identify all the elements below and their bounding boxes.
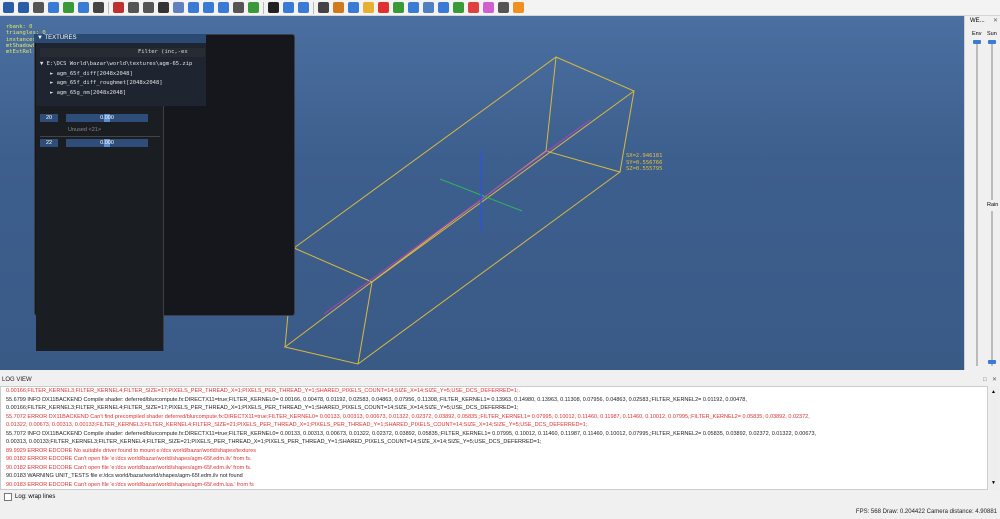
flask-icon[interactable] <box>203 2 214 13</box>
rain-slider-thumb[interactable] <box>988 360 996 364</box>
weather-panel: WE... ✕ Env Sun Rain <box>964 16 1000 370</box>
log-output[interactable]: 0.00166;FILTER_KERNEL3;FILTER_KERNEL4;FI… <box>0 386 988 490</box>
rotate-icon[interactable] <box>283 2 294 13</box>
asterisk-icon[interactable] <box>408 2 419 13</box>
sun-label: Sun <box>987 31 997 37</box>
wrap-lines-toggle[interactable]: Log: wrap lines <box>4 493 55 501</box>
mesh-icon[interactable] <box>393 2 404 13</box>
log-title: LOG VIEW <box>2 377 32 383</box>
log-line: 55.6799 INFO DX11BACKEND Compile shader:… <box>6 396 747 403</box>
person-icon[interactable] <box>128 2 139 13</box>
square-icon[interactable] <box>268 2 279 13</box>
collapse-icon[interactable]: ▼ <box>37 35 45 41</box>
weather-title: WE... <box>970 18 985 24</box>
filter-label: Filter (inc,-ex <box>138 49 188 55</box>
red-square-icon[interactable] <box>378 2 389 13</box>
value-slider[interactable]: 0.000 <box>66 114 148 122</box>
coord-line: SZ=0.555795 <box>626 166 663 172</box>
env-slider-track[interactable] <box>976 40 978 366</box>
divider <box>40 136 160 137</box>
status-bar: FPS: 568 Draw: 0.204422 Camera distance:… <box>0 506 1000 519</box>
palette-icon[interactable] <box>248 2 259 13</box>
orange-icon[interactable] <box>513 2 524 13</box>
blocks-icon[interactable] <box>438 2 449 13</box>
log-line: 90.0183 ERROR EDCORE Can't open file 'e:… <box>6 481 254 488</box>
log-scrollbar[interactable]: ▲ ▼ <box>989 386 999 490</box>
cross-icon[interactable] <box>158 2 169 13</box>
filter-icon[interactable] <box>188 2 199 13</box>
rain-label: Rain <box>987 202 999 208</box>
log-line: 0.00166;FILTER_KERNEL3;FILTER_KERNEL4;FI… <box>6 405 519 411</box>
log-line: 90.0182 ERROR EDCORE Can't open file 'e:… <box>6 464 252 471</box>
scroll-down-icon[interactable]: ▼ <box>991 480 996 486</box>
log-line: 55.7072 ERROR DX11BACKEND Can't find pre… <box>6 413 810 420</box>
sun-slider-track[interactable] <box>991 40 993 200</box>
restore-icon[interactable]: □ <box>983 377 989 383</box>
tree-item[interactable]: ► agm_65f_diff[2048x2048] <box>40 70 192 80</box>
sphere-icon[interactable] <box>423 2 434 13</box>
grid-icon[interactable] <box>93 2 104 13</box>
log-line: 0.01322, 0.00673, 0.00313, 0.00133;FILTE… <box>6 422 589 428</box>
main-toolbar <box>0 0 1000 16</box>
gear-icon[interactable] <box>298 2 309 13</box>
scale-readout: SX=2.946181 SY=0.556766 SZ=0.555795 <box>626 153 662 173</box>
chart-icon[interactable] <box>333 2 344 13</box>
pink-icon[interactable] <box>483 2 494 13</box>
photo-icon[interactable] <box>453 2 464 13</box>
coord-line: SX=2.946181 <box>626 153 663 159</box>
log-line: 89.9929 ERROR EDCORE No suitable driver … <box>6 447 257 454</box>
row-index: 20 <box>40 114 58 122</box>
close-icon[interactable]: ✕ <box>992 377 998 383</box>
toolbar-separator <box>263 1 264 14</box>
toolbar-separator <box>108 1 109 14</box>
row-index: 22 <box>40 139 58 147</box>
textures-title-bar[interactable]: ▼ TEXTURES <box>34 34 206 43</box>
value-slider[interactable]: 0.000 <box>66 139 148 147</box>
wrap-lines-checkbox[interactable] <box>4 493 12 501</box>
layers-icon[interactable] <box>173 2 184 13</box>
wrap-lines-label: Log: wrap lines <box>15 494 56 500</box>
open-icon[interactable] <box>18 2 29 13</box>
tree-root[interactable]: ▼ E:\DCS World\bazar\world\textures\agm-… <box>40 60 192 70</box>
log-line: 0.00166;FILTER_KERNEL3;FILTER_KERNEL4;FI… <box>6 388 521 394</box>
play-icon[interactable] <box>143 2 154 13</box>
circle-icon[interactable] <box>48 2 59 13</box>
sun-slider-thumb[interactable] <box>988 40 996 44</box>
textures-title: TEXTURES <box>44 35 77 41</box>
close-icon[interactable]: ✕ <box>993 18 999 24</box>
refresh-icon[interactable] <box>78 2 89 13</box>
toolbar-separator <box>313 1 314 14</box>
box-bottom-face <box>283 150 622 365</box>
x-icon[interactable] <box>113 2 124 13</box>
box-top-face <box>293 56 635 283</box>
scroll-up-icon[interactable]: ▲ <box>991 389 996 395</box>
save-icon[interactable] <box>3 2 14 13</box>
status-text: FPS: 568 Draw: 0.204422 Camera distance:… <box>855 509 997 515</box>
rain-slider-track[interactable] <box>991 211 993 366</box>
env-slider-thumb[interactable] <box>973 40 981 44</box>
film-icon[interactable] <box>233 2 244 13</box>
log-line: 0.00313, 0.00133;FILTER_KERNEL3;FILTER_K… <box>6 439 542 445</box>
cancel-icon[interactable] <box>468 2 479 13</box>
drop-icon[interactable] <box>348 2 359 13</box>
reload-icon[interactable] <box>63 2 74 13</box>
unused-label: Unused <21> <box>68 127 102 133</box>
monitor-icon[interactable] <box>318 2 329 13</box>
log-view-header: LOG VIEW <box>0 375 1000 385</box>
print-icon[interactable] <box>33 2 44 13</box>
texture-tree: ▼ E:\DCS World\bazar\world\textures\agm-… <box>40 60 192 98</box>
window-icon[interactable] <box>498 2 509 13</box>
sun-icon[interactable] <box>363 2 374 13</box>
axis-line-pink <box>323 119 591 315</box>
log-line: 55.7072 INFO DX11BACKEND Compile shader:… <box>6 430 817 437</box>
tree-item[interactable]: ► agm_65f_diff_roughmet[2048x2048] <box>40 79 192 89</box>
lamp-icon[interactable] <box>218 2 229 13</box>
log-line: 90.0183 WARNING UNIT_TESTS file e:/dcs w… <box>6 473 243 479</box>
log-line: 90.0182 ERROR EDCORE Can't open file 'e:… <box>6 456 252 462</box>
tree-item[interactable]: ► agm_65g_nm[2048x2048] <box>40 89 192 99</box>
env-label: Env <box>972 31 982 37</box>
